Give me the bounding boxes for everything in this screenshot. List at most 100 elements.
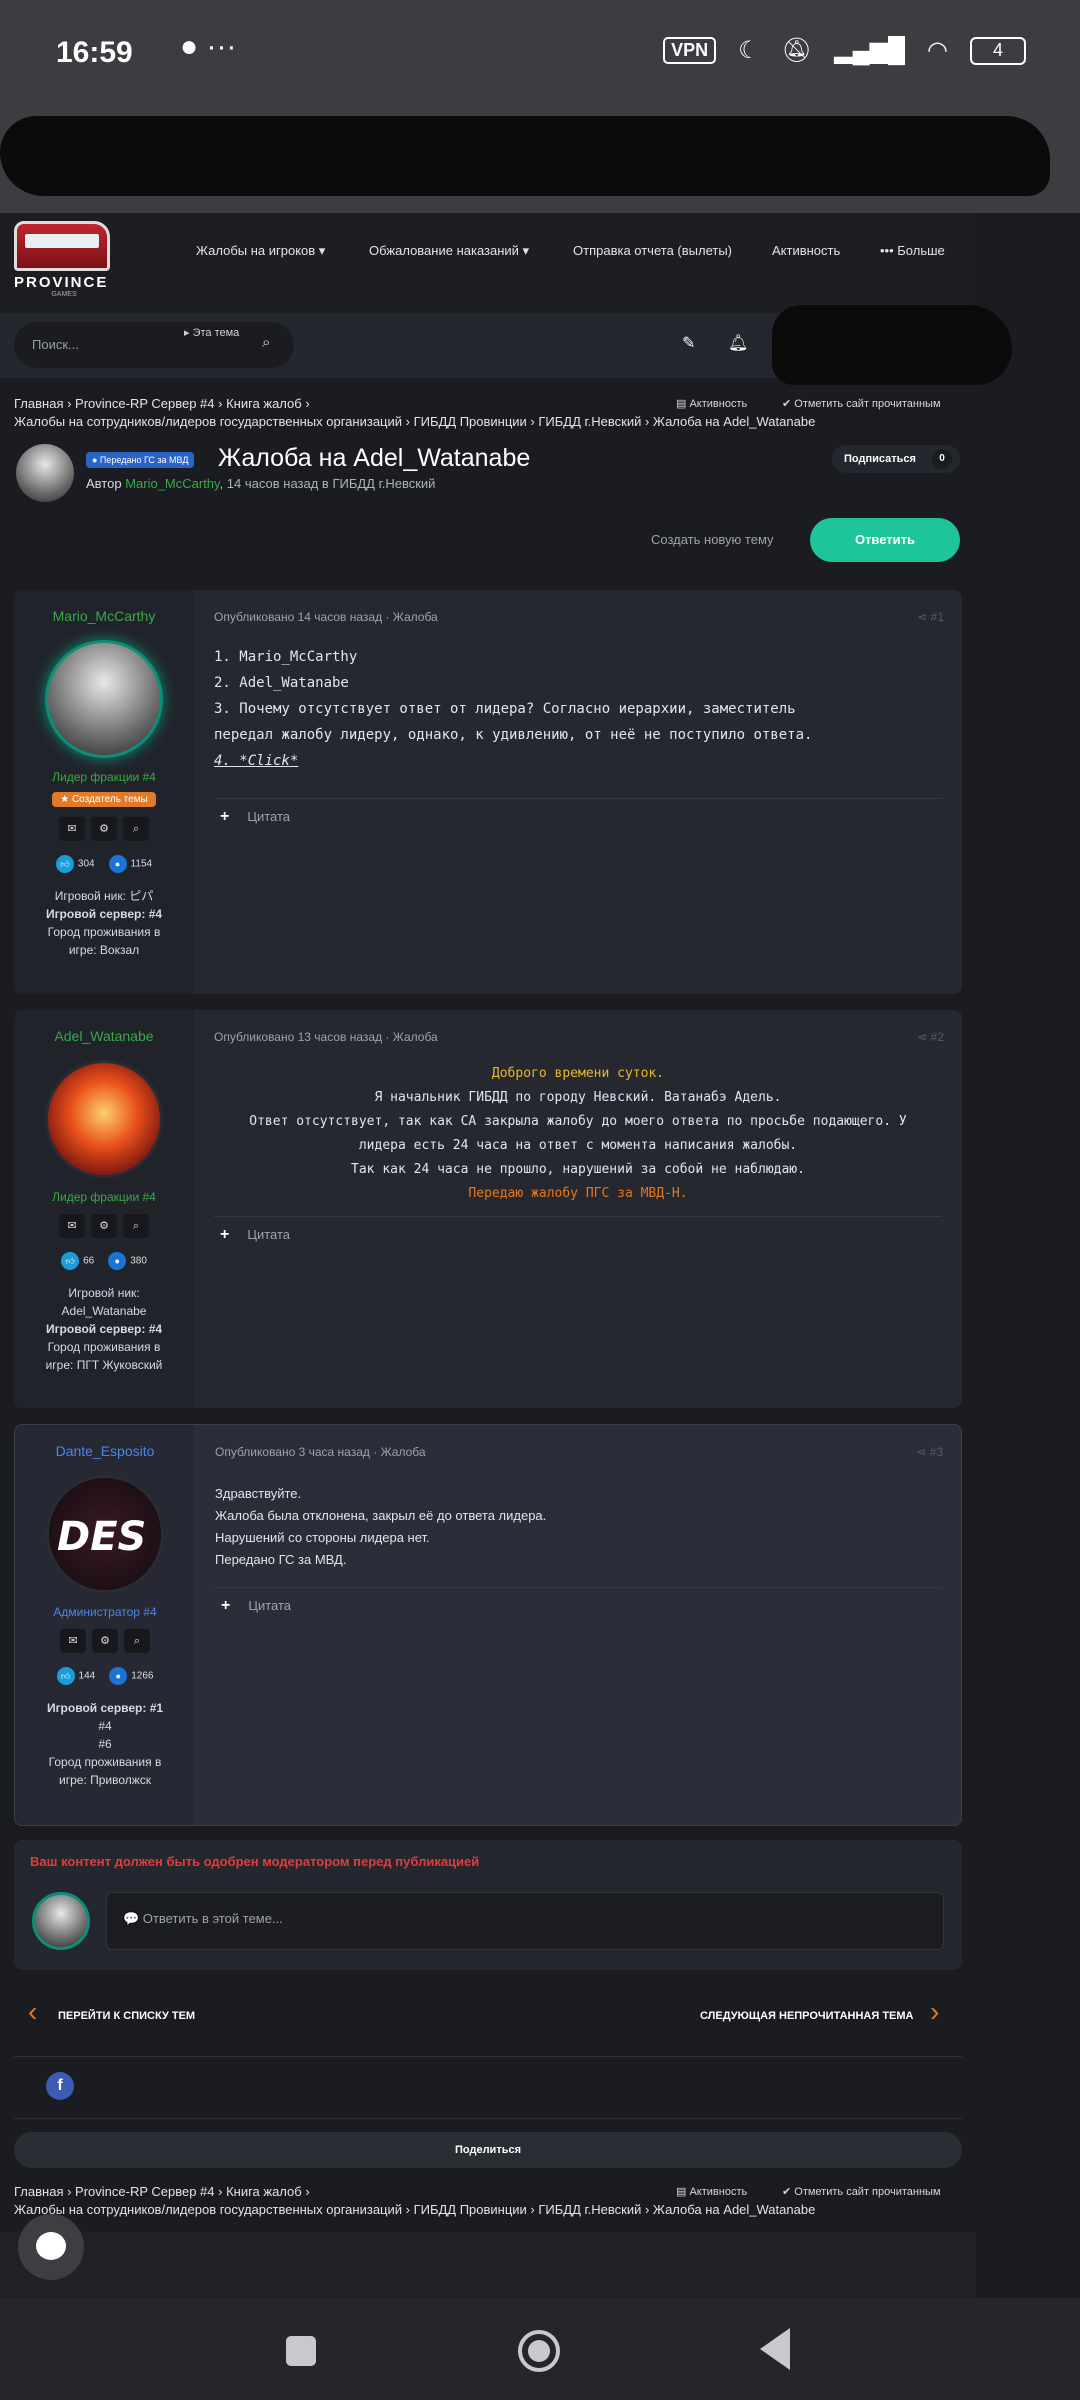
chat-icon [36,2232,66,2260]
moon-icon: ☾ [738,37,760,64]
gear-icon[interactable]: ⚙ [91,1214,117,1238]
post-content: 1. Mario_McCarthy 2. Adel_Watanabe 3. По… [214,644,812,774]
back-to-list-link[interactable]: ПЕРЕЙТИ К СПИСКУ ТЕМ [58,2010,195,2022]
search-icon[interactable]: ⌕ [262,334,270,351]
post-meta[interactable]: Опубликовано 14 часов назад · Жалоба [214,610,438,624]
avatar[interactable] [45,1060,163,1178]
post-author-panel: Dante_Esposito DES Администратор #4 ✉ ⚙ ⌕ … [15,1425,195,1825]
click-link[interactable]: 4. *Click* [214,748,812,774]
author-link[interactable]: Mario_McCarthy [125,476,219,491]
gear-icon[interactable]: ⚙ [91,817,117,841]
mark-read-link[interactable]: ✔ Отметить сайт прочитанным [782,2185,941,2198]
search-icon[interactable]: ⌕ [123,1214,149,1238]
avatar[interactable]: DES [46,1475,164,1593]
user-role: Лидер фракции #4 [52,1190,156,1204]
avatar [32,1892,90,1950]
post-content: Здравствуйте. Жалоба была отклонена, зак… [215,1486,547,1567]
system-nav-bar [0,2298,1080,2400]
breadcrumb-path[interactable]: Жалобы на сотрудников/лидеров государств… [14,414,815,429]
messages-count: ● 1266 [109,1667,153,1685]
chat-icon: ● [108,1252,127,1270]
post-username[interactable]: Adel_Watanabe [14,1028,194,1044]
search-row: Поиск... ▸ Эта тема ⌕ ✎ 🔔︎ [0,305,1012,385]
status-bar: 16:59 ● ··· VPN ☾ 🔕︎ ▂▄▆█ ◠ 4 [0,0,1080,108]
post-meta[interactable]: Опубликовано 3 часа назад · Жалоба [215,1445,426,1459]
chat-bubble-button[interactable] [18,2214,84,2280]
subscribe-button[interactable]: Подписаться 0 [832,445,960,473]
home-button[interactable] [518,2330,560,2372]
back-button[interactable] [760,2328,790,2370]
bus-icon [14,221,110,271]
share-post-icon[interactable]: ⋖ #1 [917,610,944,624]
breadcrumb[interactable]: Главная › Province-RP Сервер #4 › Книга … [14,2184,310,2199]
activity-link[interactable]: ▤ Активность [676,397,747,410]
share-button[interactable]: Поделиться [14,2132,962,2168]
messages-count: ● 380 [108,1252,147,1270]
clock: 16:59 [56,36,133,69]
nav-more[interactable]: ••• Больше [880,243,945,258]
search-scope[interactable]: ▸ Эта тема [184,326,239,339]
likes-count: 👍︎ 144 [56,1667,95,1685]
notification-icons: ● ··· [180,30,237,63]
post-meta[interactable]: Опубликовано 13 часов назад · Жалоба [214,1030,438,1044]
user-info: Игровой сервер: #1 #4 #6 Город проживани… [46,1701,164,1787]
moderation-warning: Ваш контент должен быть одобрен модерато… [30,1854,480,1869]
chevron-left-icon[interactable]: ‹ [28,1996,37,2028]
wifi-icon: ◠ [927,37,948,64]
breadcrumb-path[interactable]: Жалобы на сотрудников/лидеров государств… [14,2202,815,2217]
next-unread-link[interactable]: СЛЕДУЮЩАЯ НЕПРОЧИТАННАЯ ТЕМА [700,2010,914,2022]
breadcrumb[interactable]: Главная › Province-RP Сервер #4 › Книга … [14,396,310,411]
chat-icon: ● [109,1667,128,1685]
share-post-icon[interactable]: ⋖ #3 [916,1445,943,1459]
avatar[interactable] [45,640,163,758]
recents-button[interactable] [286,2336,316,2366]
messages-count: ● 1154 [108,855,152,873]
redaction [0,116,1050,196]
search-icon[interactable]: ⌕ [124,1629,150,1653]
province-logo[interactable]: PROVINCE GAMES [14,221,114,301]
facebook-share-icon[interactable]: f [46,2072,74,2100]
thumbs-up-icon: 👍︎ [61,1252,80,1270]
reply-panel: Ваш контент должен быть одобрен модерато… [14,1840,962,1970]
nav-crash-report[interactable]: Отправка отчета (вылеты) [573,243,732,258]
footer [0,2232,976,2298]
thread-starter-badge: ★ Создатель темы [52,792,156,807]
post-2: Adel_Watanabe Лидер фракции #4 ✉ ⚙ ⌕ 👍︎ 66 ●… [14,1010,962,1408]
post-username[interactable]: Dante_Esposito [15,1443,195,1459]
browser-url-bar[interactable] [0,108,1080,213]
message-icon[interactable]: ✉ [59,817,85,841]
post-username[interactable]: Mario_McCarthy [14,608,194,624]
message-icon[interactable]: ✉ [59,1214,85,1238]
activity-link[interactable]: ▤ Активность [676,2185,747,2198]
nav-appeals[interactable]: Обжалование наказаний ▾ [369,243,529,259]
page-title: Жалоба на Adel_Watanabe [218,444,531,472]
signal-icon: ▂▄▆█ [834,37,906,64]
bell-icon[interactable]: 🔔︎ [728,333,748,353]
search-input[interactable]: Поиск... ▸ Эта тема ⌕ [14,322,294,368]
reply-input[interactable]: 💬 Ответить в этой теме... [106,1892,944,1950]
post-1: Mario_McCarthy Лидер фракции #4 ★ Создат… [14,590,962,994]
post-content: Доброго времени суток. Я начальник ГИБДД… [249,1066,907,1201]
pencil-icon[interactable]: ✎ [682,333,695,353]
author-avatar[interactable] [16,444,74,502]
thread-byline: Автор Mario_McCarthy, 14 часов назад в Г… [86,476,436,491]
mute-icon: 🔕︎ [781,37,813,64]
nav-player-complaints[interactable]: Жалобы на игроков ▾ [196,243,325,259]
user-role: Лидер фракции #4 [52,770,156,784]
search-icon[interactable]: ⌕ [123,817,149,841]
post-author-panel: Mario_McCarthy Лидер фракции #4 ★ Создат… [14,590,194,994]
quote-button[interactable]: + Цитата [220,808,290,826]
reply-button[interactable]: Ответить [810,518,960,562]
chat-icon: ● [108,855,127,873]
quote-button[interactable]: + Цитата [220,1226,290,1244]
message-icon[interactable]: ✉ [60,1629,86,1653]
quote-button[interactable]: + Цитата [221,1597,291,1615]
share-post-icon[interactable]: ⋖ #2 [917,1030,944,1044]
mark-read-link[interactable]: ✔ Отметить сайт прочитанным [782,397,941,410]
gear-icon[interactable]: ⚙ [92,1629,118,1653]
create-topic-button[interactable]: Создать новую тему [651,532,774,547]
post-3: Dante_Esposito DES Администратор #4 ✉ ⚙ ⌕ … [14,1424,962,1826]
chevron-right-icon[interactable]: › [930,1996,939,2028]
nav-activity[interactable]: Активность [772,243,840,258]
post-author-panel: Adel_Watanabe Лидер фракции #4 ✉ ⚙ ⌕ 👍︎ 66 ●… [14,1010,194,1408]
